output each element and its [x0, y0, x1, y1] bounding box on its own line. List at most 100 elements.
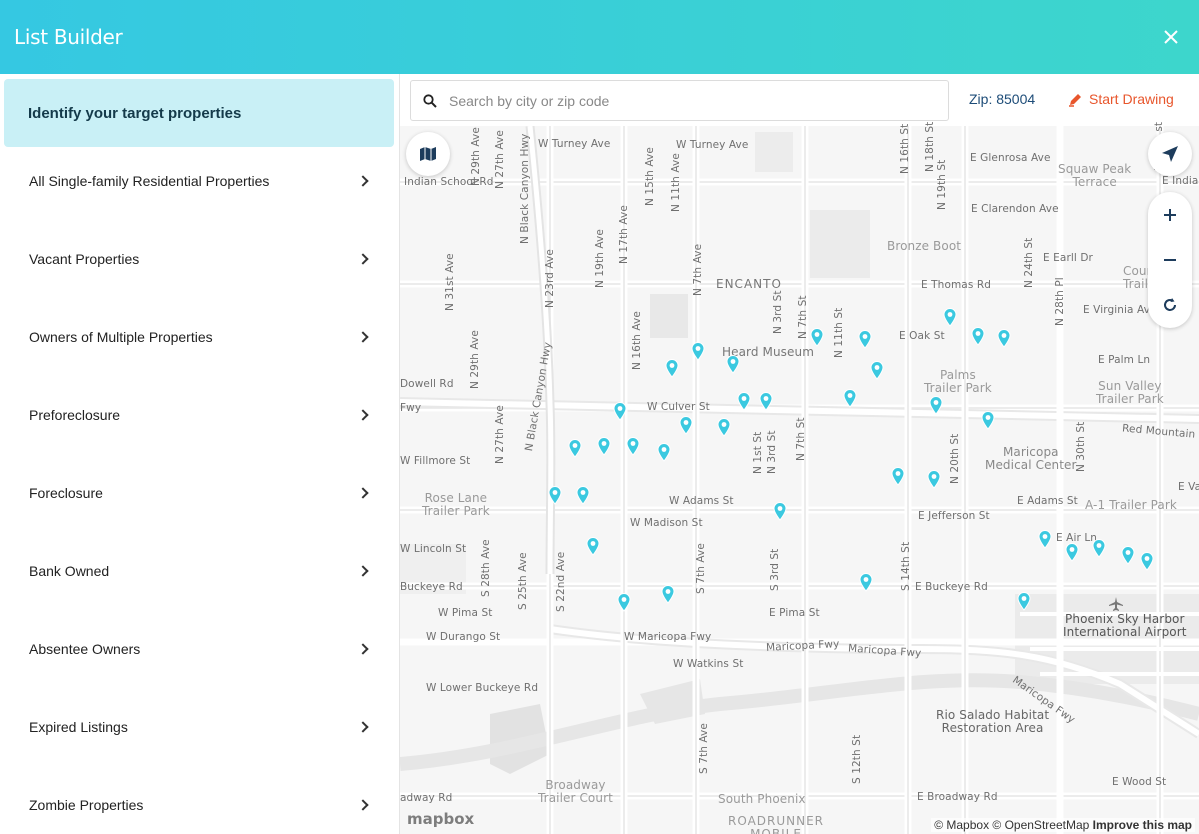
- reset-button[interactable]: [1148, 282, 1192, 327]
- property-pin-icon[interactable]: [981, 411, 995, 430]
- map-label: E Palm Ln: [1098, 354, 1151, 366]
- map-label: Palms Trailer Park: [924, 368, 992, 395]
- property-pin-icon[interactable]: [661, 585, 675, 604]
- sidebar-item-all-single-family[interactable]: All Single-family Residential Properties: [0, 142, 399, 220]
- search-box[interactable]: [410, 80, 949, 121]
- map-label: W Lower Buckeye Rd: [426, 682, 539, 694]
- map-label: ENCANTO: [716, 277, 782, 291]
- map-label: Bronze Boot: [887, 239, 962, 253]
- sidebar-item-vacant[interactable]: Vacant Properties: [0, 220, 399, 298]
- map-label: W Turney Ave: [538, 138, 611, 150]
- property-pin-icon[interactable]: [1140, 552, 1154, 571]
- map-label: Sun Valley Trailer Park: [1096, 379, 1164, 406]
- property-pin-icon[interactable]: [943, 308, 957, 327]
- mapbox-logo-text: mapbox: [407, 810, 475, 828]
- improve-map-link[interactable]: Improve this map: [1093, 818, 1192, 832]
- map-label: S 28th Ave: [480, 539, 492, 597]
- sidebar-item-label: Absentee Owners: [29, 641, 141, 657]
- property-pin-icon[interactable]: [717, 418, 731, 437]
- zoom-out-button[interactable]: [1148, 237, 1192, 282]
- chevron-right-icon: [357, 175, 369, 187]
- locate-button[interactable]: [1148, 132, 1192, 176]
- map-label: S 3rd St: [769, 548, 781, 591]
- map-label: N 29th Ave: [470, 127, 482, 186]
- map-label: E Earll Dr: [1043, 252, 1093, 264]
- property-pin-icon[interactable]: [548, 486, 562, 505]
- sidebar-item-multiple-owners[interactable]: Owners of Multiple Properties: [0, 298, 399, 376]
- chevron-right-icon: [357, 565, 369, 577]
- property-pin-icon[interactable]: [626, 437, 640, 456]
- zoom-in-button[interactable]: [1148, 192, 1192, 237]
- navigation-arrow-icon: [1162, 146, 1178, 162]
- map-label: N 17th Ave: [618, 205, 630, 264]
- property-pin-icon[interactable]: [576, 486, 590, 505]
- sidebar-item-zombie[interactable]: Zombie Properties: [0, 766, 399, 834]
- map-label: S 7th Ave: [695, 543, 707, 594]
- search-input[interactable]: [449, 92, 909, 109]
- property-pin-icon[interactable]: [568, 439, 582, 458]
- map-label: S 7th Ave: [698, 723, 710, 774]
- map-label: Rio Salado Habitat Restoration Area: [936, 708, 1050, 735]
- zip-label: Zip: 85004: [969, 91, 1036, 107]
- property-pin-icon[interactable]: [870, 361, 884, 380]
- property-pin-icon[interactable]: [679, 416, 693, 435]
- property-pin-icon[interactable]: [1092, 539, 1106, 558]
- property-pin-icon[interactable]: [971, 327, 985, 346]
- property-pin-icon[interactable]: [773, 502, 787, 521]
- map-label: N 7th St: [797, 295, 809, 339]
- map-label: E Jefferson St: [918, 510, 990, 522]
- map[interactable]: Zip: 85004 Start Drawing W Turney Ave W …: [400, 74, 1199, 834]
- property-pin-icon[interactable]: [843, 389, 857, 408]
- property-pin-icon[interactable]: [759, 392, 773, 411]
- map-label: S 25th Ave: [517, 552, 529, 610]
- map-label: N 3rd St: [772, 290, 784, 334]
- sidebar-item-preforeclosure[interactable]: Preforeclosure: [0, 376, 399, 454]
- property-pin-icon[interactable]: [859, 573, 873, 592]
- chevron-right-icon: [357, 487, 369, 499]
- sidebar-item-expired-listings[interactable]: Expired Listings: [0, 688, 399, 766]
- sidebar-item-foreclosure[interactable]: Foreclosure: [0, 454, 399, 532]
- property-pin-icon[interactable]: [1038, 530, 1052, 549]
- property-pin-icon[interactable]: [726, 355, 740, 374]
- map-style-button[interactable]: [406, 132, 450, 176]
- sidebar-item-absentee-owners[interactable]: Absentee Owners: [0, 610, 399, 688]
- property-pin-icon[interactable]: [1121, 546, 1135, 565]
- sidebar-item-label: Bank Owned: [29, 563, 110, 579]
- property-pin-icon[interactable]: [657, 443, 671, 462]
- property-pin-icon[interactable]: [597, 437, 611, 456]
- map-label: A-1 Trailer Park: [1085, 498, 1177, 512]
- map-label: N 18th St: [924, 121, 936, 172]
- map-label: N 7th Ave: [692, 243, 704, 296]
- map-label: W Adams St: [669, 495, 734, 507]
- close-icon[interactable]: [1157, 23, 1185, 51]
- property-pin-icon[interactable]: [1017, 592, 1031, 611]
- property-pin-icon[interactable]: [737, 392, 751, 411]
- map-label: Dowell Rd: [400, 378, 454, 390]
- sidebar: Identify your target properties All Sing…: [0, 74, 400, 834]
- property-pin-icon[interactable]: [891, 467, 905, 486]
- property-pin-icon[interactable]: [929, 396, 943, 415]
- property-pin-icon[interactable]: [665, 359, 679, 378]
- property-pin-icon[interactable]: [927, 470, 941, 489]
- property-pin-icon[interactable]: [997, 329, 1011, 348]
- map-label: N 16th St: [899, 123, 911, 174]
- property-pin-icon[interactable]: [858, 330, 872, 349]
- start-drawing-button[interactable]: Start Drawing: [1068, 91, 1174, 107]
- title-bar: List Builder: [0, 0, 1199, 74]
- map-label: Buckeye Rd: [400, 581, 463, 593]
- property-pin-icon[interactable]: [691, 342, 705, 361]
- map-label: Fwy: [400, 402, 422, 414]
- pencil-icon: [1069, 93, 1081, 107]
- property-pin-icon[interactable]: [617, 593, 631, 612]
- property-pin-icon[interactable]: [613, 402, 627, 421]
- mapbox-logo: mapbox: [407, 810, 474, 828]
- property-pin-icon[interactable]: [586, 537, 600, 556]
- property-pin-icon[interactable]: [1065, 543, 1079, 562]
- map-label: adway Rd: [400, 792, 453, 804]
- sidebar-item-bank-owned[interactable]: Bank Owned: [0, 532, 399, 610]
- property-pin-icon[interactable]: [810, 328, 824, 347]
- map-label: W Durango St: [426, 631, 501, 643]
- map-label: Rose Lane Trailer Park: [422, 491, 490, 518]
- map-attribution: © Mapbox © OpenStreetMap Improve this ma…: [931, 818, 1195, 832]
- page-title: List Builder: [14, 25, 123, 49]
